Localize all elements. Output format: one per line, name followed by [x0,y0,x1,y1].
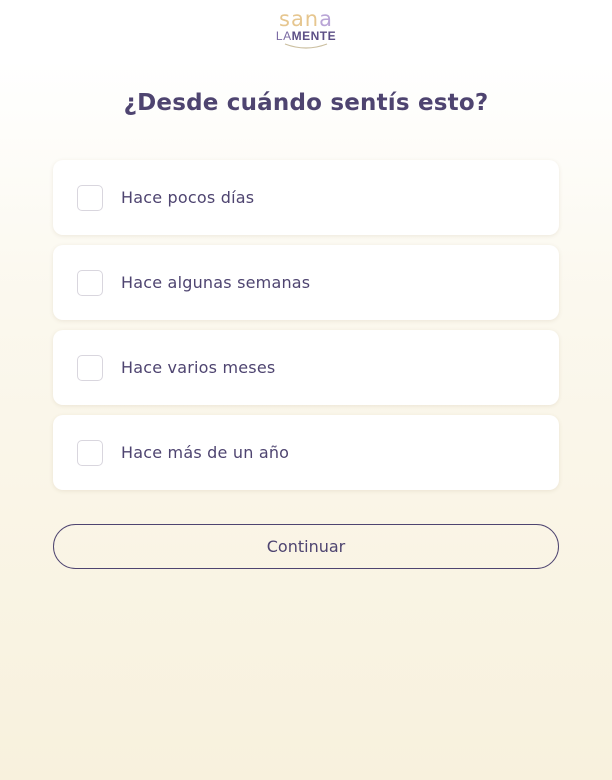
checkbox[interactable] [77,184,103,211]
option-label: Hace pocos días [121,188,255,207]
continue-button[interactable]: Continuar [53,524,559,569]
option-label: Hace algunas semanas [121,273,311,292]
logo-wordmark-bottom: LAMENTE [275,29,337,43]
option-label: Hace más de un año [121,443,290,462]
option-hace-varios-meses[interactable]: Hace varios meses [53,330,559,405]
sana-la-mente-logo: sana LAMENTE [271,8,341,52]
option-hace-pocos-dias[interactable]: Hace pocos días [53,160,559,235]
checkbox[interactable] [77,439,103,466]
option-hace-mas-de-un-ano[interactable]: Hace más de un año [53,415,559,490]
option-label: Hace varios meses [121,358,276,377]
option-hace-algunas-semanas[interactable]: Hace algunas semanas [53,245,559,320]
options-list: Hace pocos días Hace algunas semanas Hac… [53,160,559,500]
checkbox[interactable] [77,354,103,381]
logo-swoosh-icon [284,43,328,49]
question-title: ¿Desde cuándo sentís esto? [123,90,489,116]
logo-wordmark-top: sana [279,7,333,31]
checkbox[interactable] [77,269,103,296]
